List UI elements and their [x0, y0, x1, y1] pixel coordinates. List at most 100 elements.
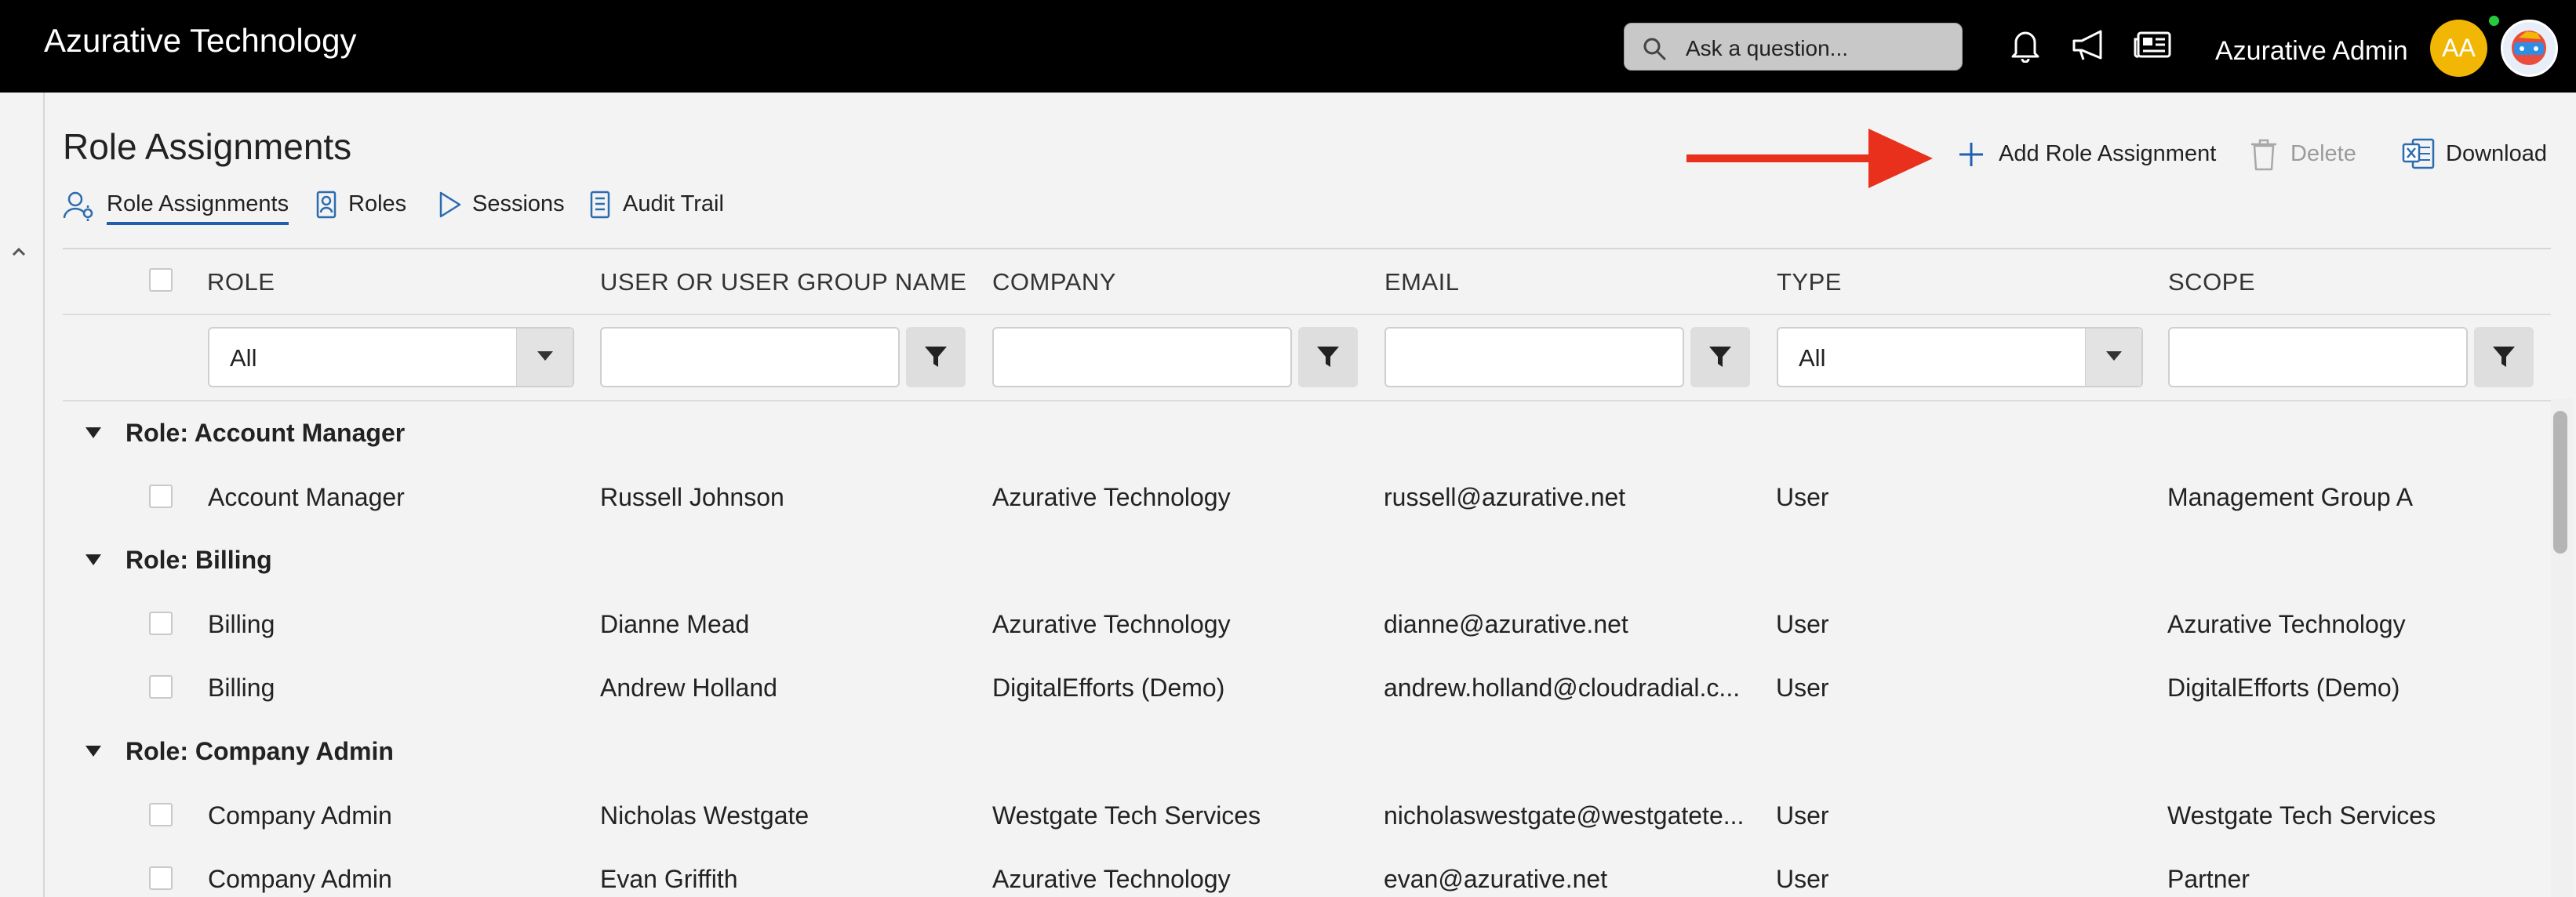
excel-icon [2402, 138, 2435, 169]
tab-role-assignments-label: Role Assignments [107, 191, 289, 225]
cell-type: User [1776, 610, 1829, 638]
user-filter-input[interactable] [600, 327, 900, 387]
cell-role: Company Admin [208, 801, 392, 830]
table-row[interactable]: Billing Andrew Holland DigitalEfforts (D… [63, 656, 2551, 719]
group-label: Role: Account Manager [126, 419, 406, 447]
column-header-email[interactable]: EMAIL [1384, 268, 1460, 296]
filter-icon [925, 347, 947, 367]
cell-company: Azurative Technology [992, 483, 1231, 511]
cell-type: User [1776, 801, 1829, 830]
logo-icon [2512, 31, 2546, 65]
table-row[interactable]: Account Manager Russell Johnson Azurativ… [63, 466, 2551, 528]
row-checkbox[interactable] [149, 803, 173, 826]
badge-icon [316, 191, 337, 219]
group-label: Role: Company Admin [126, 737, 394, 765]
cell-email: andrew.holland@cloudradial.c... [1384, 674, 1741, 702]
add-role-assignment-button[interactable]: Add Role Assignment [1958, 138, 2216, 169]
delete-button[interactable]: Delete [2250, 138, 2360, 171]
scrollbar-thumb[interactable] [2553, 411, 2567, 554]
online-status-dot [2489, 16, 2499, 26]
tab-sessions[interactable]: Sessions [438, 188, 565, 227]
left-rail [0, 93, 45, 897]
cell-scope: Azurative Technology [2167, 610, 2406, 638]
company-logo-avatar[interactable] [2501, 20, 2558, 77]
table-row[interactable]: Company Admin Nicholas Westgate Westgate… [63, 784, 2551, 847]
scope-filter-button[interactable] [2474, 327, 2534, 387]
tab-audit-trail-label: Audit Trail [623, 191, 724, 216]
column-header-role[interactable]: ROLE [207, 268, 275, 296]
row-checkbox[interactable] [149, 485, 173, 508]
tab-audit-trail[interactable]: Audit Trail [588, 188, 730, 227]
download-button[interactable]: Download [2402, 138, 2551, 169]
scope-filter-input[interactable] [2168, 327, 2468, 387]
company-filter-button[interactable] [1298, 327, 1358, 387]
caret-down-icon [537, 351, 553, 361]
column-header-user[interactable]: USER OR USER GROUP NAME [600, 268, 966, 296]
cell-scope: Westgate Tech Services [2167, 801, 2436, 830]
tab-role-assignments[interactable]: Role Assignments [63, 188, 289, 227]
cell-role: Billing [208, 674, 275, 702]
cell-user: Nicholas Westgate [600, 801, 810, 830]
type-filter-select[interactable]: All [1777, 327, 2143, 387]
bell-icon[interactable] [2010, 28, 2041, 63]
admin-name[interactable]: Azurative Admin [2215, 36, 2408, 67]
select-all-checkbox[interactable] [149, 268, 173, 292]
email-filter-input[interactable] [1384, 327, 1684, 387]
cell-email: evan@azurative.net [1384, 865, 1608, 893]
cell-company: Azurative Technology [992, 865, 1231, 893]
add-role-assignment-label: Add Role Assignment [1999, 141, 2217, 166]
chevron-up-icon[interactable] [11, 246, 27, 257]
role-filter-dropdown[interactable] [516, 329, 573, 386]
table-row[interactable]: Billing Dianne Mead Azurative Technology… [63, 593, 2551, 656]
cell-email: nicholaswestgate@westgatete... [1384, 801, 1745, 830]
column-header-scope[interactable]: SCOPE [2168, 268, 2255, 296]
column-header-company[interactable]: COMPANY [992, 268, 1116, 296]
cell-role: Account Manager [208, 483, 405, 511]
avatar[interactable]: AA [2430, 20, 2487, 77]
download-label: Download [2446, 141, 2547, 166]
filter-icon [1317, 347, 1339, 367]
group-header-company-admin[interactable]: Role: Company Admin [63, 721, 2551, 784]
user-gear-icon [63, 191, 93, 221]
play-icon [439, 191, 461, 218]
search-icon [1643, 38, 1666, 60]
search-input[interactable]: Ask a question... [1624, 23, 1963, 71]
company-filter-input[interactable] [992, 327, 1292, 387]
cell-scope: DigitalEfforts (Demo) [2167, 674, 2400, 702]
megaphone-icon[interactable] [2071, 28, 2108, 63]
row-checkbox[interactable] [149, 612, 173, 635]
row-checkbox[interactable] [149, 675, 173, 699]
cell-company: Westgate Tech Services [992, 801, 1261, 830]
cell-scope: Partner [2167, 865, 2250, 893]
caret-down-icon [2106, 351, 2122, 361]
cell-user: Andrew Holland [600, 674, 777, 702]
arrow-annotation [1686, 129, 1933, 188]
tab-sessions-label: Sessions [472, 191, 565, 216]
trash-icon [2251, 139, 2276, 171]
cell-email: dianne@azurative.net [1384, 610, 1628, 638]
user-filter-button[interactable] [906, 327, 966, 387]
brand-name[interactable]: Azurative Technology [44, 22, 356, 60]
filter-row: All All [63, 317, 2551, 401]
group-header-account-manager[interactable]: Role: Account Manager [63, 403, 2551, 466]
role-assignments-table: ROLE USER OR USER GROUP NAME COMPANY EMA… [63, 248, 2551, 897]
table-row[interactable]: Company Admin Evan Griffith Azurative Te… [63, 848, 2551, 897]
group-header-billing[interactable]: Role: Billing [63, 530, 2551, 593]
search-placeholder: Ask a question... [1686, 36, 1849, 60]
type-filter-dropdown[interactable] [2085, 329, 2141, 386]
top-bar: Azurative Technology Ask a question... A… [0, 0, 2576, 93]
column-header-type[interactable]: TYPE [1777, 268, 1842, 296]
tab-roles[interactable]: Roles [315, 188, 409, 227]
news-icon[interactable] [2134, 28, 2173, 63]
row-checkbox[interactable] [149, 866, 173, 890]
email-filter-button[interactable] [1690, 327, 1750, 387]
cell-type: User [1776, 865, 1829, 893]
cell-user: Evan Griffith [600, 865, 738, 893]
type-filter-value: All [1799, 344, 1826, 372]
delete-label: Delete [2290, 141, 2356, 166]
book-icon [590, 191, 610, 219]
group-label: Role: Billing [126, 546, 272, 574]
plus-icon [1959, 143, 1983, 166]
role-filter-select[interactable]: All [208, 327, 574, 387]
cell-email: russell@azurative.net [1384, 483, 1626, 511]
